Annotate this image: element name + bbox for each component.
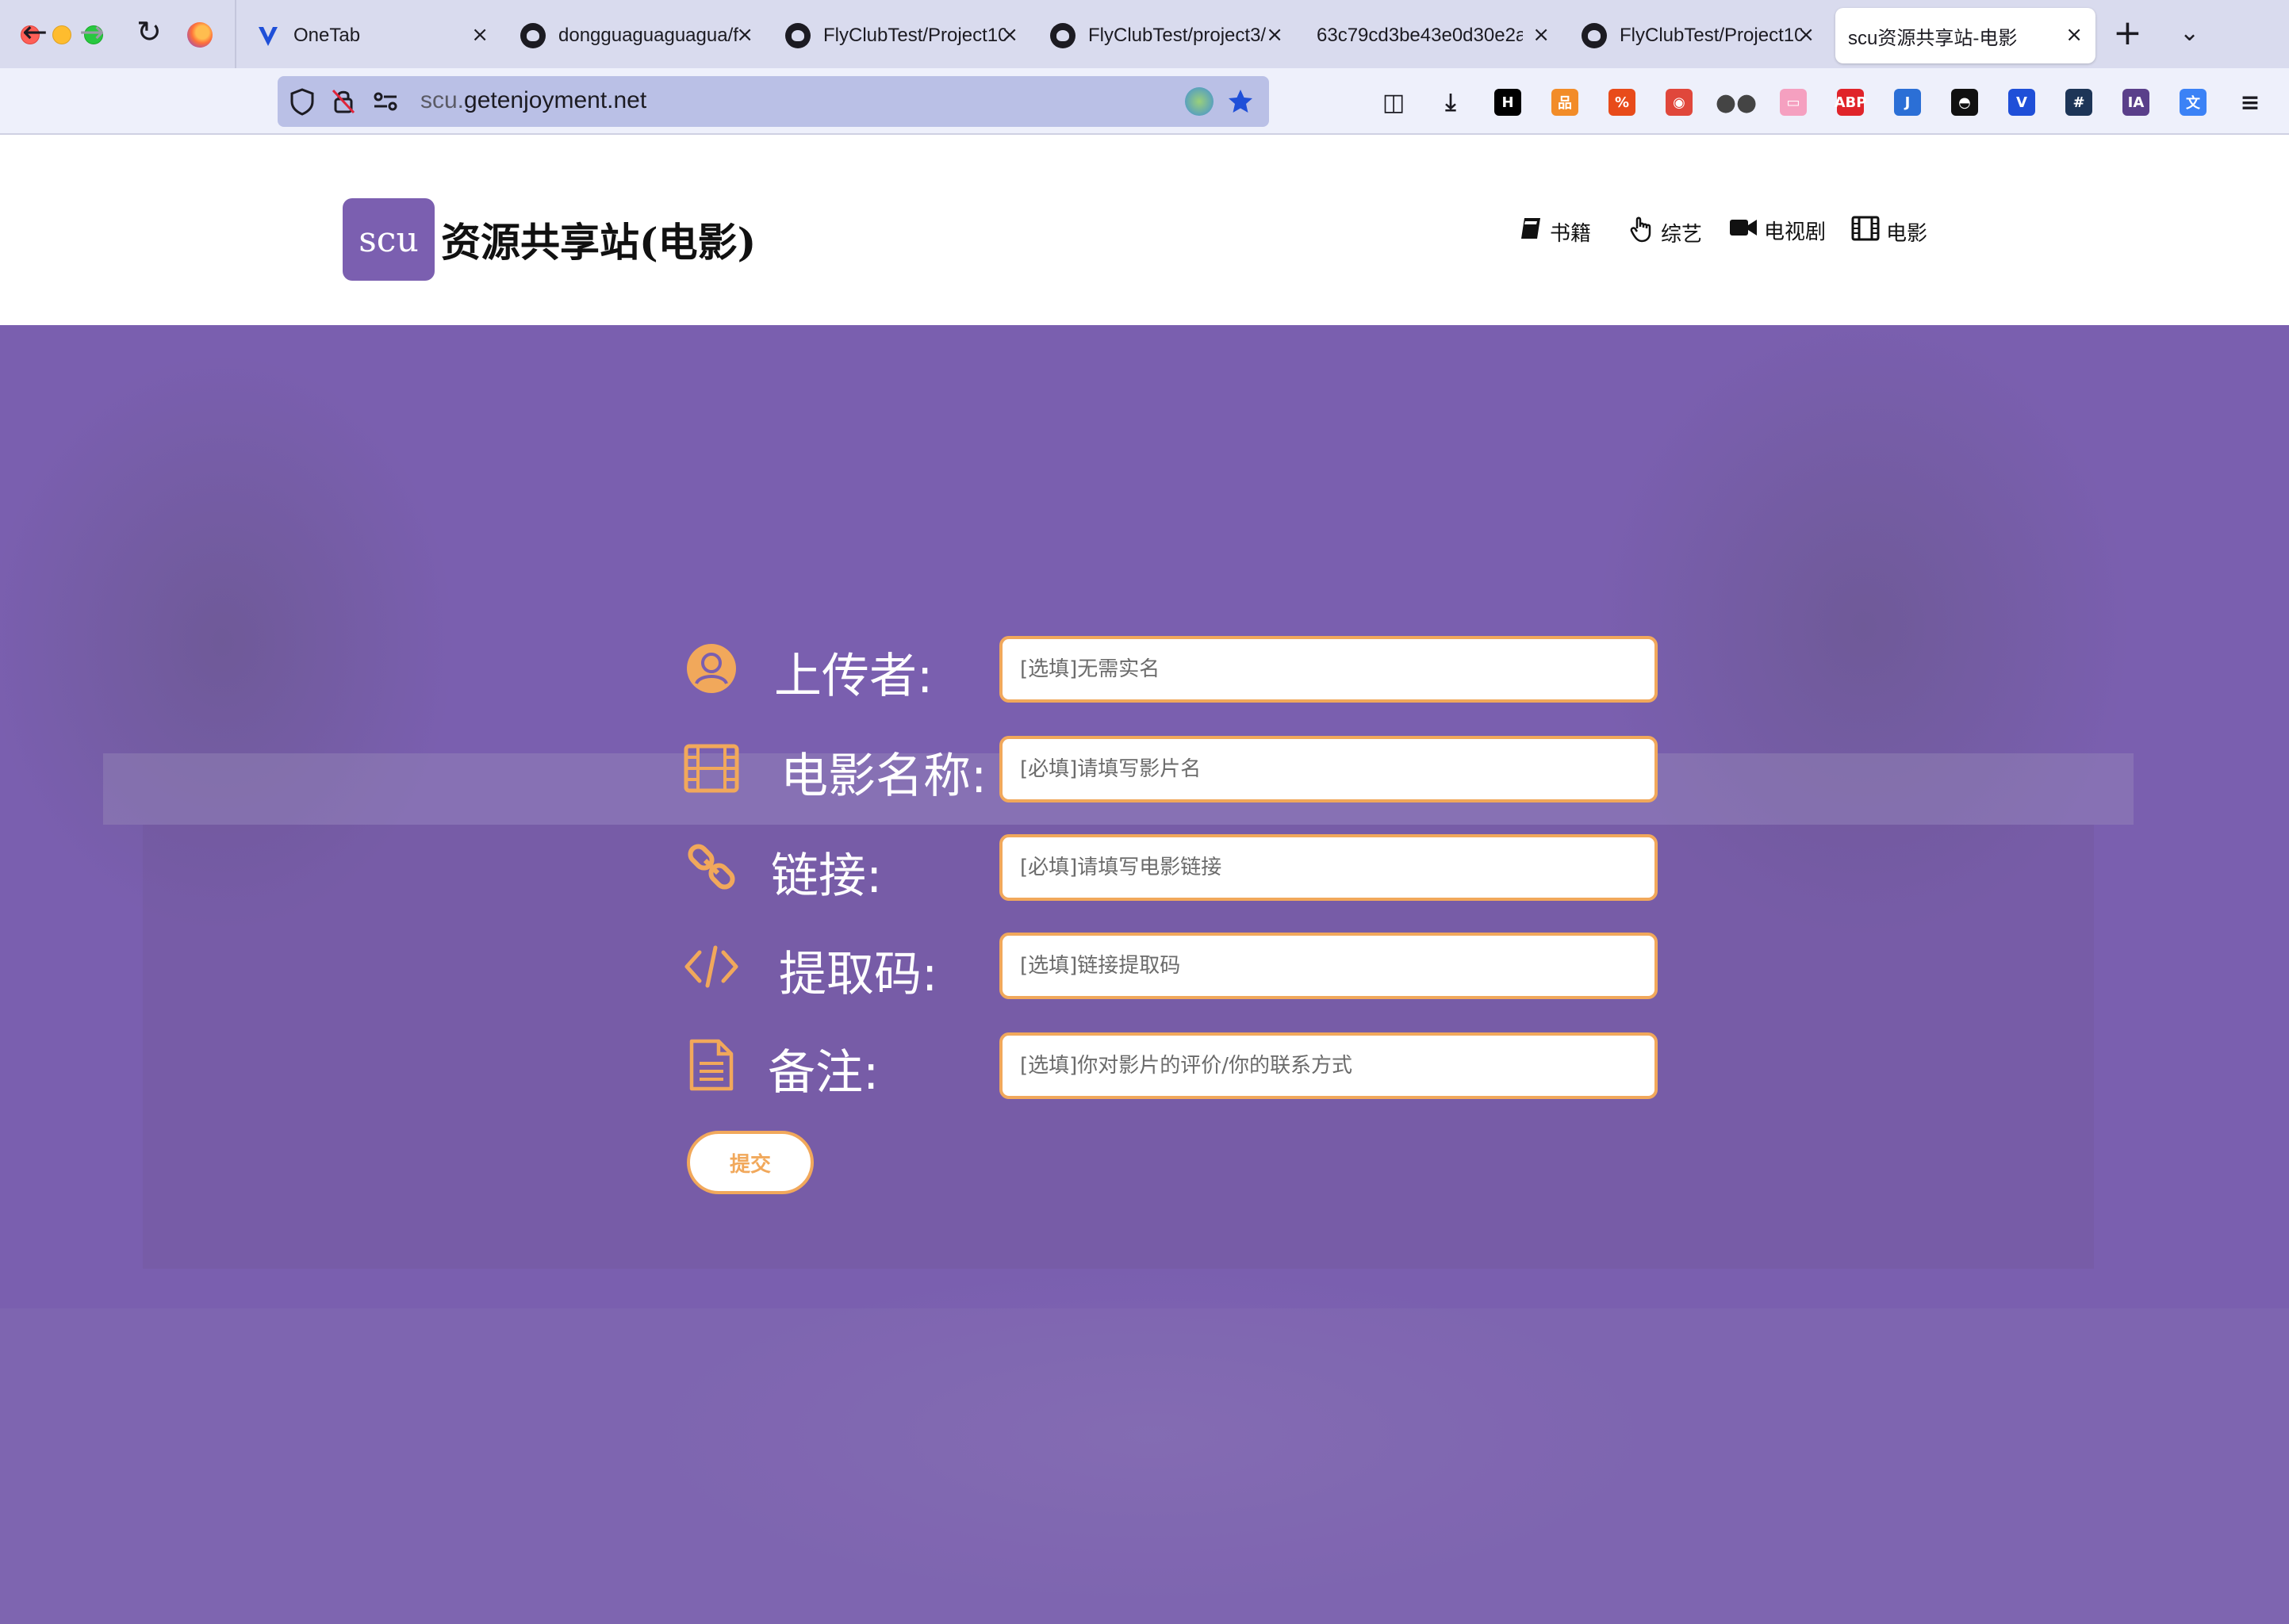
minimize-window-button[interactable] bbox=[52, 25, 71, 44]
movie-name-row bbox=[682, 733, 741, 804]
code-label: 提取码: bbox=[779, 947, 938, 1002]
nav-label: 电视剧 bbox=[1764, 220, 1827, 244]
note-label: 备注: bbox=[768, 1045, 880, 1101]
download-icon[interactable]: ⤓ bbox=[1437, 89, 1464, 117]
firefox-icon bbox=[187, 22, 213, 48]
tab-active-scu[interactable]: scu资源共享站-电影 × bbox=[1835, 8, 2095, 63]
close-icon[interactable]: × bbox=[2065, 22, 2083, 48]
code-input[interactable] bbox=[999, 933, 1658, 999]
github-icon bbox=[785, 23, 811, 48]
j-extension-icon[interactable]: J bbox=[1894, 89, 1921, 116]
close-icon[interactable]: × bbox=[1532, 22, 1550, 48]
address-bar[interactable]: scu.getenjoyment.net bbox=[278, 76, 1269, 127]
hierarchy-icon[interactable]: 品 bbox=[1551, 89, 1578, 116]
glasses-icon[interactable]: ●● bbox=[1716, 89, 1757, 117]
onetab-icon bbox=[255, 23, 281, 48]
film-icon bbox=[682, 739, 741, 798]
hashtag-icon[interactable]: # bbox=[2065, 89, 2092, 116]
document-icon bbox=[682, 1036, 741, 1094]
site-logo[interactable]: scu bbox=[343, 198, 435, 281]
tab-label: OneTab bbox=[293, 25, 361, 46]
forward-arrow-icon[interactable]: → bbox=[79, 14, 105, 49]
nav-tv-series[interactable]: 电视剧 bbox=[1729, 216, 1826, 245]
link-icon bbox=[682, 837, 741, 896]
close-icon[interactable]: × bbox=[1266, 22, 1283, 48]
bookmark-star-icon[interactable] bbox=[1226, 87, 1255, 116]
back-arrow-icon[interactable]: ← bbox=[22, 14, 48, 49]
tab-label: dongguaguaguagua/f bbox=[558, 25, 738, 46]
browser-tab-bar: OneTab × dongguaguaguagua/f × FlyClubTes… bbox=[0, 0, 2289, 68]
reload-icon[interactable]: ↻ bbox=[136, 14, 162, 49]
tab-separator bbox=[235, 0, 236, 68]
site-title[interactable]: 资源共享站(电影) bbox=[441, 211, 756, 268]
user-circle-icon bbox=[682, 639, 741, 698]
link-label: 链接: bbox=[771, 848, 883, 904]
code-row bbox=[682, 931, 741, 1002]
close-icon[interactable]: × bbox=[1797, 22, 1815, 48]
v-extension-icon[interactable]: V bbox=[2008, 89, 2035, 116]
background-ground bbox=[0, 1308, 2289, 1624]
movie-name-input[interactable] bbox=[999, 736, 1658, 802]
tab-list-chevron-icon[interactable]: ⌄ bbox=[2180, 19, 2199, 47]
nav-label: 综艺 bbox=[1661, 222, 1703, 247]
new-tab-button[interactable]: + bbox=[2113, 16, 2142, 51]
github-icon bbox=[520, 23, 546, 48]
insecure-lock-icon[interactable] bbox=[330, 87, 358, 116]
book-icon bbox=[1518, 216, 1543, 247]
url-subdomain: scu. bbox=[420, 87, 465, 113]
close-icon[interactable]: × bbox=[471, 22, 489, 48]
bilibili-icon[interactable]: ▭ bbox=[1780, 89, 1807, 116]
nav-label: 书籍 bbox=[1550, 221, 1592, 246]
tab-github-3[interactable]: FlyClubTest/project3/ × bbox=[1050, 8, 1283, 63]
close-icon[interactable]: × bbox=[736, 22, 753, 48]
nav-books[interactable]: 书籍 bbox=[1518, 216, 1591, 247]
site-permissions-icon[interactable] bbox=[371, 87, 400, 116]
tab-hash[interactable]: 63c79cd3be43e0d30e2a × bbox=[1317, 8, 1550, 63]
tab-label: scu资源共享站-电影 bbox=[1848, 27, 2018, 49]
translate-icon[interactable]: 文 bbox=[2180, 89, 2207, 116]
note-input[interactable] bbox=[999, 1032, 1658, 1099]
zotero-icon[interactable]: % bbox=[1608, 89, 1635, 116]
tab-onetab[interactable]: OneTab × bbox=[255, 8, 489, 63]
ia-icon[interactable]: IA bbox=[2122, 89, 2149, 116]
globe-extension-icon[interactable] bbox=[1185, 87, 1214, 116]
submit-button[interactable]: 提交 bbox=[687, 1131, 814, 1194]
link-input[interactable] bbox=[999, 834, 1658, 901]
uploader-row bbox=[682, 633, 741, 704]
github-icon bbox=[1582, 23, 1607, 48]
tab-label: FlyClubTest/Project10 bbox=[1620, 25, 1802, 46]
tab-github-4[interactable]: FlyClubTest/Project10 × bbox=[1582, 8, 1815, 63]
tab-label: FlyClubTest/Project10 bbox=[823, 25, 1006, 46]
pocket-icon[interactable]: ◫ bbox=[1380, 89, 1407, 117]
menu-icon[interactable]: ≡ bbox=[2237, 89, 2264, 117]
code-icon bbox=[682, 937, 741, 996]
nav-movies[interactable]: 电影 bbox=[1851, 216, 1927, 247]
tab-label: 63c79cd3be43e0d30e2a bbox=[1317, 25, 1523, 46]
link-row bbox=[682, 831, 741, 902]
uploader-input[interactable] bbox=[999, 636, 1658, 703]
nav-variety[interactable]: 综艺 bbox=[1629, 216, 1702, 249]
site-header: scu 资源共享站(电影) 书籍 综艺 电视剧 电影 bbox=[0, 136, 2289, 325]
hand-pointer-icon bbox=[1629, 216, 1654, 249]
tab-github-2[interactable]: FlyClubTest/Project10 × bbox=[785, 8, 1018, 63]
close-icon[interactable]: × bbox=[1001, 22, 1018, 48]
uploader-label: 上传者: bbox=[774, 649, 934, 704]
adblock-icon[interactable]: ABP bbox=[1835, 89, 1866, 116]
url-text[interactable]: scu.getenjoyment.net bbox=[420, 87, 646, 114]
shield-icon[interactable] bbox=[289, 87, 317, 116]
tab-github-1[interactable]: dongguaguaguagua/f × bbox=[520, 8, 753, 63]
h-extension-icon[interactable]: H bbox=[1494, 89, 1521, 116]
github-icon bbox=[1050, 23, 1075, 48]
film-icon bbox=[1851, 216, 1880, 247]
tab-label: FlyClubTest/project3/ bbox=[1088, 25, 1267, 46]
movie-name-label: 电影名称: bbox=[780, 749, 987, 804]
nav-label: 电影 bbox=[1886, 221, 1928, 246]
tampermonkey-icon[interactable]: ◓ bbox=[1951, 89, 1978, 116]
screenshot-icon[interactable]: ◉ bbox=[1666, 89, 1693, 116]
url-host: getenjoyment.net bbox=[464, 87, 647, 113]
note-row bbox=[682, 1029, 741, 1101]
video-camera-icon bbox=[1729, 216, 1758, 245]
